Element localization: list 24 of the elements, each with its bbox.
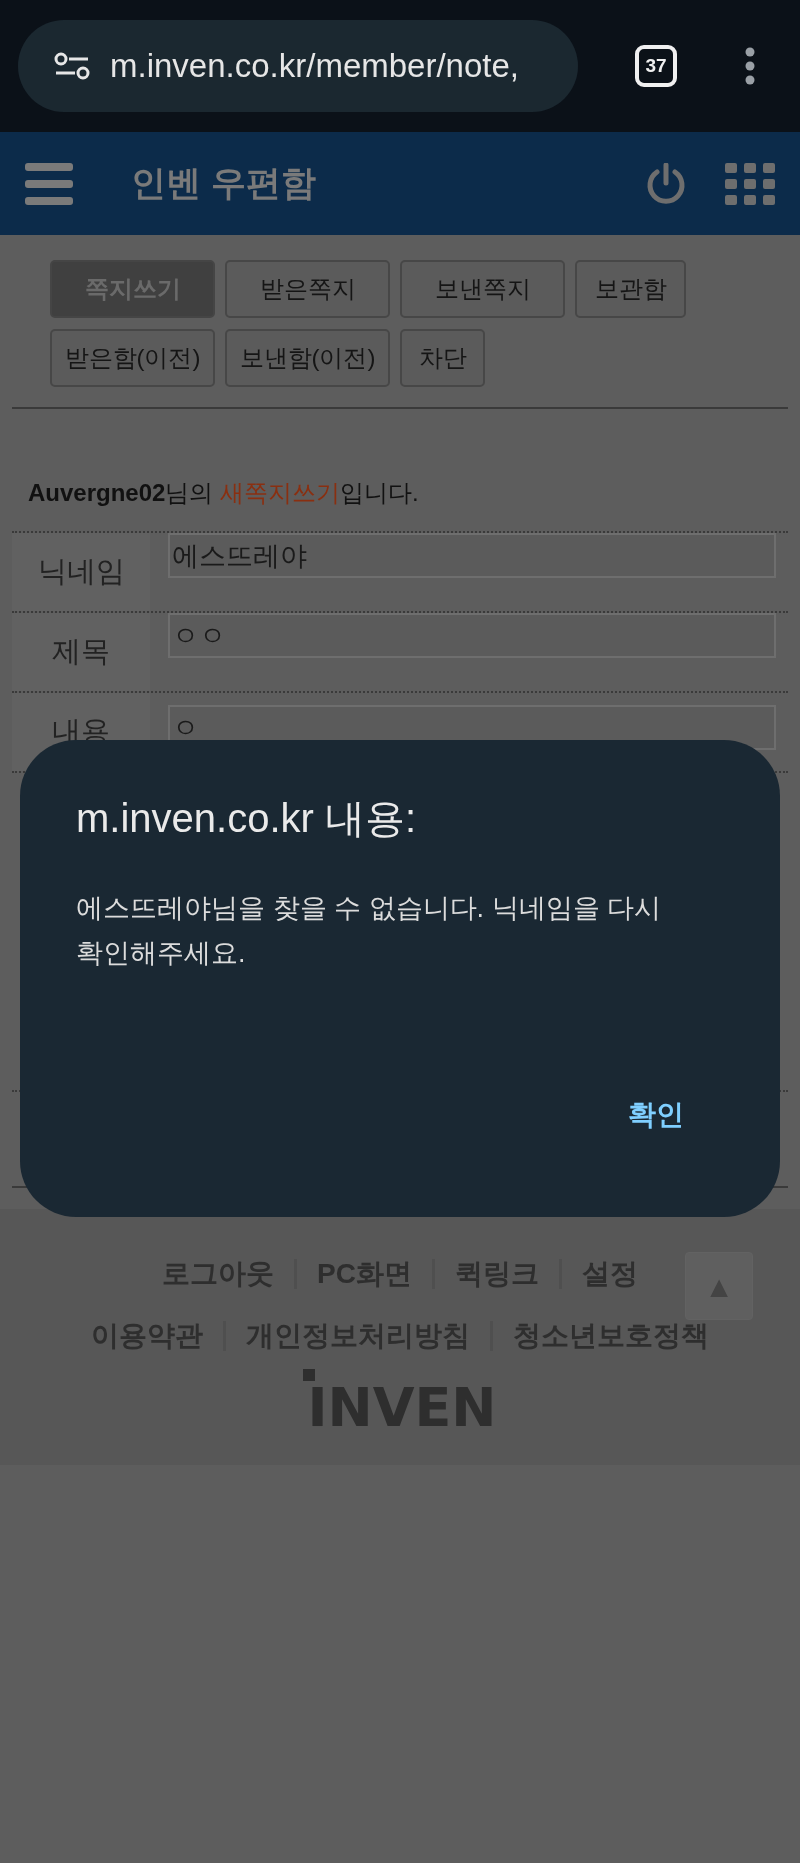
mailbox-tab[interactable]: 받은함(이전) <box>50 329 215 387</box>
mailbox-tab[interactable]: 받은쪽지 <box>225 260 390 318</box>
dialog-title: m.inven.co.kr 내용: <box>76 795 418 842</box>
mailbox-tab[interactable]: 차단 <box>400 329 485 387</box>
more-options-icon[interactable] <box>745 47 755 85</box>
form-label-cell: 닉네임 <box>12 533 150 611</box>
mailbox-tab[interactable]: 보낸쪽지 <box>400 260 565 318</box>
menu-icon[interactable] <box>25 162 73 205</box>
text-field[interactable]: 에스뜨레야 <box>168 533 776 578</box>
greeting-text: Auvergne02님의 새쪽지쓰기 입니다. <box>28 478 420 508</box>
mailbox-tab[interactable]: 보관함 <box>575 260 686 318</box>
text-field[interactable]: ㅇㅇ <box>168 613 776 658</box>
mailbox-tab[interactable]: 보낸함(이전) <box>225 329 390 387</box>
confirm-button[interactable]: 확인 <box>612 1088 700 1142</box>
page-title: 인벤 우편함 <box>131 162 316 205</box>
power-icon[interactable] <box>645 162 687 205</box>
dialog-message: 에스뜨레야님을 찾을 수 없습니다. 닉네임을 다시 확인해주세요. <box>76 892 662 970</box>
tab-count[interactable]: 37 <box>635 45 677 87</box>
apps-grid-icon[interactable] <box>725 162 775 205</box>
form-label-cell: 제목 <box>12 613 150 691</box>
address-bar[interactable]: m.inven.co.kr/member/note, <box>18 20 578 112</box>
url-text[interactable]: m.inven.co.kr/member/note, <box>110 41 519 91</box>
site-settings-icon[interactable] <box>54 51 90 81</box>
scroll-top-button[interactable]: ▲ <box>685 1252 753 1320</box>
